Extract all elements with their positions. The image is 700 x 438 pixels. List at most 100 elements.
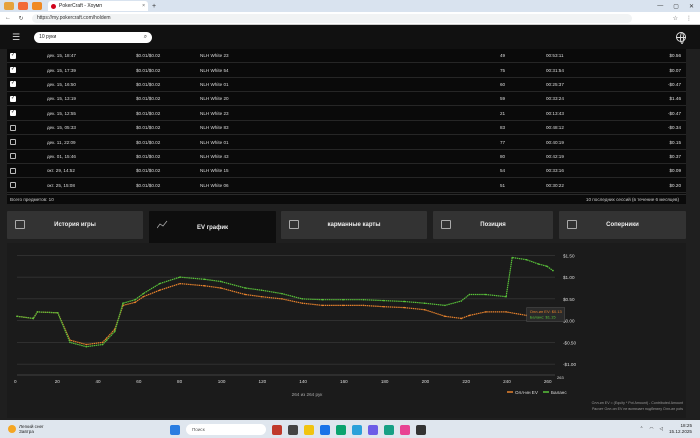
back-icon[interactable]: ← <box>3 15 13 21</box>
app-icon-3[interactable] <box>384 424 394 435</box>
row-checkbox[interactable] <box>10 95 16 102</box>
clock[interactable]: 18:25 15.12.2025 <box>669 423 692 435</box>
weather-icon <box>8 425 16 433</box>
data-point <box>16 315 18 318</box>
pinned-tab-2[interactable] <box>18 2 28 10</box>
data-point <box>484 311 487 313</box>
row-checkbox[interactable] <box>10 52 16 59</box>
x-tick-label: 220 <box>462 379 470 384</box>
row-checkbox[interactable] <box>10 66 16 74</box>
data-point <box>69 341 71 344</box>
start-icon[interactable] <box>170 424 180 435</box>
cell-hands: 83 <box>500 125 506 131</box>
cell-time: 00:48:12 <box>546 125 564 131</box>
telegram-icon[interactable] <box>352 424 362 435</box>
pinned-tab-3[interactable] <box>32 2 42 10</box>
url-field[interactable]: https://my.pokercraft.com/holdem <box>32 13 632 23</box>
app-icon-1[interactable] <box>272 424 282 435</box>
app-icon-5[interactable] <box>416 424 426 435</box>
cell-result: $0.09 <box>669 168 682 174</box>
data-point <box>219 280 222 283</box>
y-tick-label: $0.50 <box>563 297 575 302</box>
pinned-tab-1[interactable] <box>4 2 14 10</box>
data-point <box>342 298 344 301</box>
x-tick-label: 200 <box>422 379 430 384</box>
x-tick-label: 140 <box>299 379 307 384</box>
row-checkbox[interactable] <box>10 109 16 117</box>
app-header: ☰ 10 руки ⌕ <box>0 25 700 49</box>
cell-date: дек. 15, 17:39 <box>47 67 76 73</box>
cell-date: дек. 15, 18:47 <box>47 53 76 59</box>
row-checkbox[interactable] <box>10 182 16 189</box>
cell-stakes: $0.01/$0.02 <box>136 139 161 145</box>
data-point <box>444 304 446 307</box>
table-row[interactable]: окт. 25, 15:08 $0.01/$0.02 NLH White 06 51 0… <box>7 179 686 193</box>
cell-table: NLH White 01 <box>200 81 229 87</box>
x-caption: 264 из 264 рук <box>292 392 324 397</box>
minimize-icon[interactable]: — <box>657 3 663 10</box>
clock-time: 18:25 <box>680 423 693 428</box>
browser-icon[interactable] <box>320 424 330 435</box>
table-row[interactable]: дек. 15, 18:47 $0.01/$0.02 NLH White 23 49 0… <box>7 49 686 64</box>
table-row[interactable]: дек. 15, 12:55 $0.01/$0.02 NLH White 23 21 0… <box>7 107 686 121</box>
cell-result: $0.37 <box>669 153 682 159</box>
data-point <box>444 315 446 318</box>
tab-history[interactable]: История игры <box>7 211 143 239</box>
row-checkbox[interactable] <box>10 153 16 160</box>
task-view-icon[interactable] <box>288 424 298 435</box>
row-checkbox[interactable] <box>10 167 16 174</box>
bookmark-star-icon[interactable]: ☆ <box>673 15 678 22</box>
cell-hands: 54 <box>500 168 506 174</box>
reload-icon[interactable]: ↻ <box>16 15 26 22</box>
table-row[interactable]: окт. 29, 14:52 $0.01/$0.02 NLH White 15 54 0… <box>7 164 686 179</box>
weather-widget[interactable]: Легкий снег Завтра <box>8 424 44 434</box>
table-row[interactable]: дек. 15, 13:19 $0.01/$0.02 NLH White 20 59 0… <box>7 92 686 107</box>
new-tab-button[interactable]: + <box>152 3 156 10</box>
tab-position[interactable]: Позиция <box>433 211 553 239</box>
app-icon-2[interactable] <box>368 424 378 435</box>
app-icon-4[interactable] <box>400 424 410 435</box>
series-line-0 <box>16 282 554 346</box>
table-row[interactable]: дек. 11, 22:09 $0.01/$0.02 NLH White 01 77 0… <box>7 135 686 150</box>
table-row[interactable]: дек. 15, 05:33 $0.01/$0.02 NLH White 83 83 0… <box>7 121 686 136</box>
row-checkbox[interactable] <box>10 80 16 88</box>
taskbar-search[interactable]: Поиск <box>186 424 266 435</box>
cell-date: дек. 15, 13:19 <box>47 96 76 102</box>
tray-up-icon[interactable]: ⌃ <box>640 426 644 432</box>
data-point <box>134 301 136 304</box>
tooltip-line2: Баланс: $1.15 <box>530 315 557 320</box>
address-bar: ← ↻ https://my.pokercraft.com/holdem ☆ ⋮ <box>0 12 700 25</box>
edge-icon[interactable] <box>336 424 346 435</box>
row-checkbox[interactable] <box>10 139 16 146</box>
tab-chart[interactable]: EV график <box>149 211 276 244</box>
active-browser-tab[interactable]: PokerCraft - Хоумп × <box>48 1 148 11</box>
maximize-icon[interactable]: ▢ <box>673 3 679 10</box>
globe-icon[interactable] <box>676 32 686 44</box>
close-tab-icon[interactable]: × <box>142 3 145 9</box>
cell-table: NLH White 54 <box>200 67 229 73</box>
file-explorer-icon[interactable] <box>304 424 314 435</box>
y-tick-label: -$0.50 <box>563 340 576 345</box>
tab-opponents[interactable]: Соперники <box>559 211 686 239</box>
data-point <box>244 293 247 296</box>
search-icon: ⌕ <box>143 33 148 40</box>
tab-cards-grid[interactable]: карманные карты <box>281 211 427 239</box>
data-point <box>484 293 487 296</box>
wifi-icon[interactable]: ◠ <box>649 426 653 432</box>
table-row[interactable]: дек. 01, 15:46 $0.01/$0.02 NLH White 43 80 0… <box>7 150 686 165</box>
cell-date: окт. 29, 14:52 <box>47 168 75 174</box>
cell-result: -$0.47 <box>667 81 681 87</box>
data-point <box>281 292 283 295</box>
hand-count-value: 10 руки <box>39 34 57 40</box>
hand-count-select[interactable]: 10 руки ⌕ <box>34 31 153 43</box>
table-row[interactable]: дек. 15, 16:50 $0.01/$0.02 NLH White 01 60 0… <box>7 78 686 93</box>
cell-table: NLH White 23 <box>200 53 229 59</box>
cell-stakes: $0.01/$0.02 <box>136 153 161 159</box>
hamburger-menu-icon[interactable]: ☰ <box>12 32 20 43</box>
extensions-icon[interactable]: ⋮ <box>686 15 692 22</box>
row-checkbox[interactable] <box>10 124 16 131</box>
close-window-icon[interactable]: ✕ <box>689 3 694 10</box>
data-point <box>101 341 104 344</box>
table-row[interactable]: дек. 15, 17:39 $0.01/$0.02 NLH White 54 75 0… <box>7 63 686 78</box>
volume-icon[interactable]: ◁ <box>659 426 663 432</box>
